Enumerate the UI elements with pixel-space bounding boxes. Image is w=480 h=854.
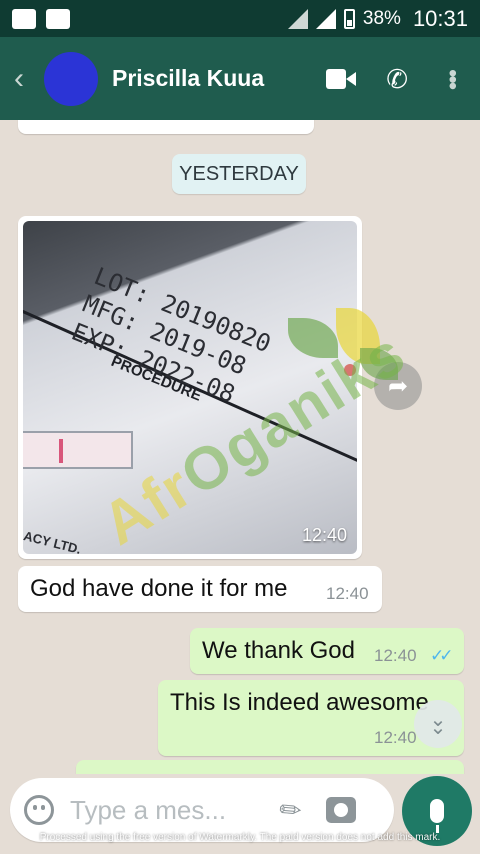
date-divider: YESTERDAY xyxy=(172,154,306,194)
image-icon xyxy=(46,8,70,29)
phone-icon[interactable]: ✆ xyxy=(386,66,408,92)
photo-maker-text: ACY LTD. xyxy=(23,528,83,554)
message-time: 12:40 xyxy=(374,728,417,747)
avatar[interactable] xyxy=(44,51,98,106)
scroll-down-icon[interactable]: ⌄ ⌄ xyxy=(414,700,462,748)
chat-header: ‹ Priscilla Kuua ✆ ••• xyxy=(0,37,480,120)
image-message-time: 12:40 xyxy=(301,525,347,545)
status-time: 10:31 xyxy=(412,5,468,31)
message-time: 12:40 xyxy=(374,646,417,665)
outgoing-message-partial[interactable] xyxy=(76,760,464,774)
message-time: 12:40 xyxy=(326,584,369,603)
message-icon xyxy=(12,8,36,29)
message-text: This Is indeed awesome xyxy=(170,689,429,716)
contact-name[interactable]: Priscilla Kuua xyxy=(112,65,264,92)
more-vert-icon[interactable]: ••• xyxy=(438,69,466,88)
previous-message-bubble xyxy=(18,120,314,134)
mic-icon xyxy=(430,799,444,833)
camera-icon[interactable] xyxy=(325,797,356,823)
battery-icon xyxy=(343,8,355,29)
battery-level: 38% xyxy=(362,7,401,29)
incoming-message[interactable]: God have done it for me 12:40 xyxy=(18,566,382,612)
back-arrow-icon[interactable]: ‹ xyxy=(14,62,38,96)
video-call-icon[interactable] xyxy=(326,68,357,89)
signal-icon xyxy=(287,8,308,29)
status-bar: 38% 10:31 xyxy=(0,0,480,37)
photo-test-strip xyxy=(23,431,133,469)
wifi-signal-icon xyxy=(315,8,336,29)
message-text: God have done it for me xyxy=(30,575,288,602)
read-ticks-icon: ✓✓ xyxy=(430,646,453,665)
attach-icon[interactable]: ✎ xyxy=(273,791,310,829)
outgoing-message[interactable]: We thank God 12:40 ✓✓ xyxy=(190,628,464,674)
emoji-icon[interactable] xyxy=(24,795,54,825)
message-input[interactable] xyxy=(70,794,250,826)
watermark-notice: Processed using the free version of Wate… xyxy=(39,832,441,843)
message-text: We thank God xyxy=(202,637,355,664)
